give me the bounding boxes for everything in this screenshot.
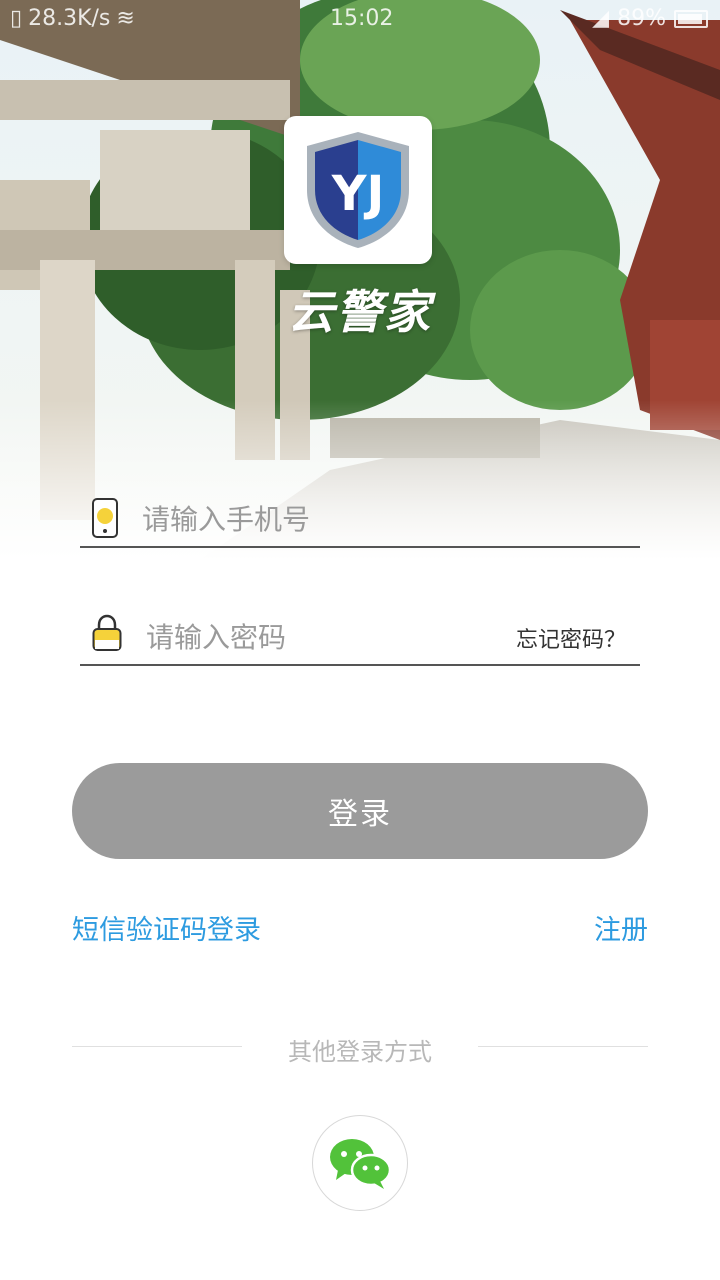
forgot-password-link[interactable]: 忘记密码？ bbox=[516, 622, 626, 654]
status-right: ◢ 89% bbox=[592, 6, 708, 31]
status-bar: ▯ 28.3K/s ≋ 15:02 ◢ 89% bbox=[0, 0, 720, 38]
app-logo: YJ bbox=[284, 116, 432, 264]
sim-icon: ▯ bbox=[10, 6, 23, 31]
login-button[interactable]: 登录 bbox=[72, 763, 648, 859]
status-time: 15:02 bbox=[330, 6, 394, 31]
battery-percent: 89% bbox=[617, 6, 666, 31]
app-name: 云警家 bbox=[288, 285, 432, 339]
net-speed: 28.3K/s bbox=[28, 6, 111, 31]
password-input[interactable] bbox=[144, 616, 488, 658]
lock-icon bbox=[92, 614, 122, 656]
phone-input[interactable] bbox=[140, 498, 624, 540]
phone-field bbox=[80, 490, 640, 548]
wechat-login-button[interactable] bbox=[312, 1115, 408, 1211]
divider-right bbox=[478, 1046, 648, 1047]
wifi-icon: ≋ bbox=[116, 6, 135, 31]
register-link[interactable]: 注册 bbox=[594, 908, 648, 947]
signal-icon: ◢ bbox=[592, 6, 610, 31]
sms-login-link[interactable]: 短信验证码登录 bbox=[72, 908, 261, 947]
other-login-label: 其他登录方式 bbox=[288, 1038, 432, 1066]
logo-text: YJ bbox=[331, 166, 385, 222]
wechat-icon bbox=[330, 1139, 392, 1189]
shield-logo-icon: YJ bbox=[307, 132, 409, 248]
status-left: ▯ 28.3K/s ≋ bbox=[10, 6, 135, 31]
password-field: 忘记密码？ bbox=[80, 606, 640, 666]
battery-icon bbox=[674, 9, 708, 28]
phone-icon bbox=[92, 498, 118, 542]
